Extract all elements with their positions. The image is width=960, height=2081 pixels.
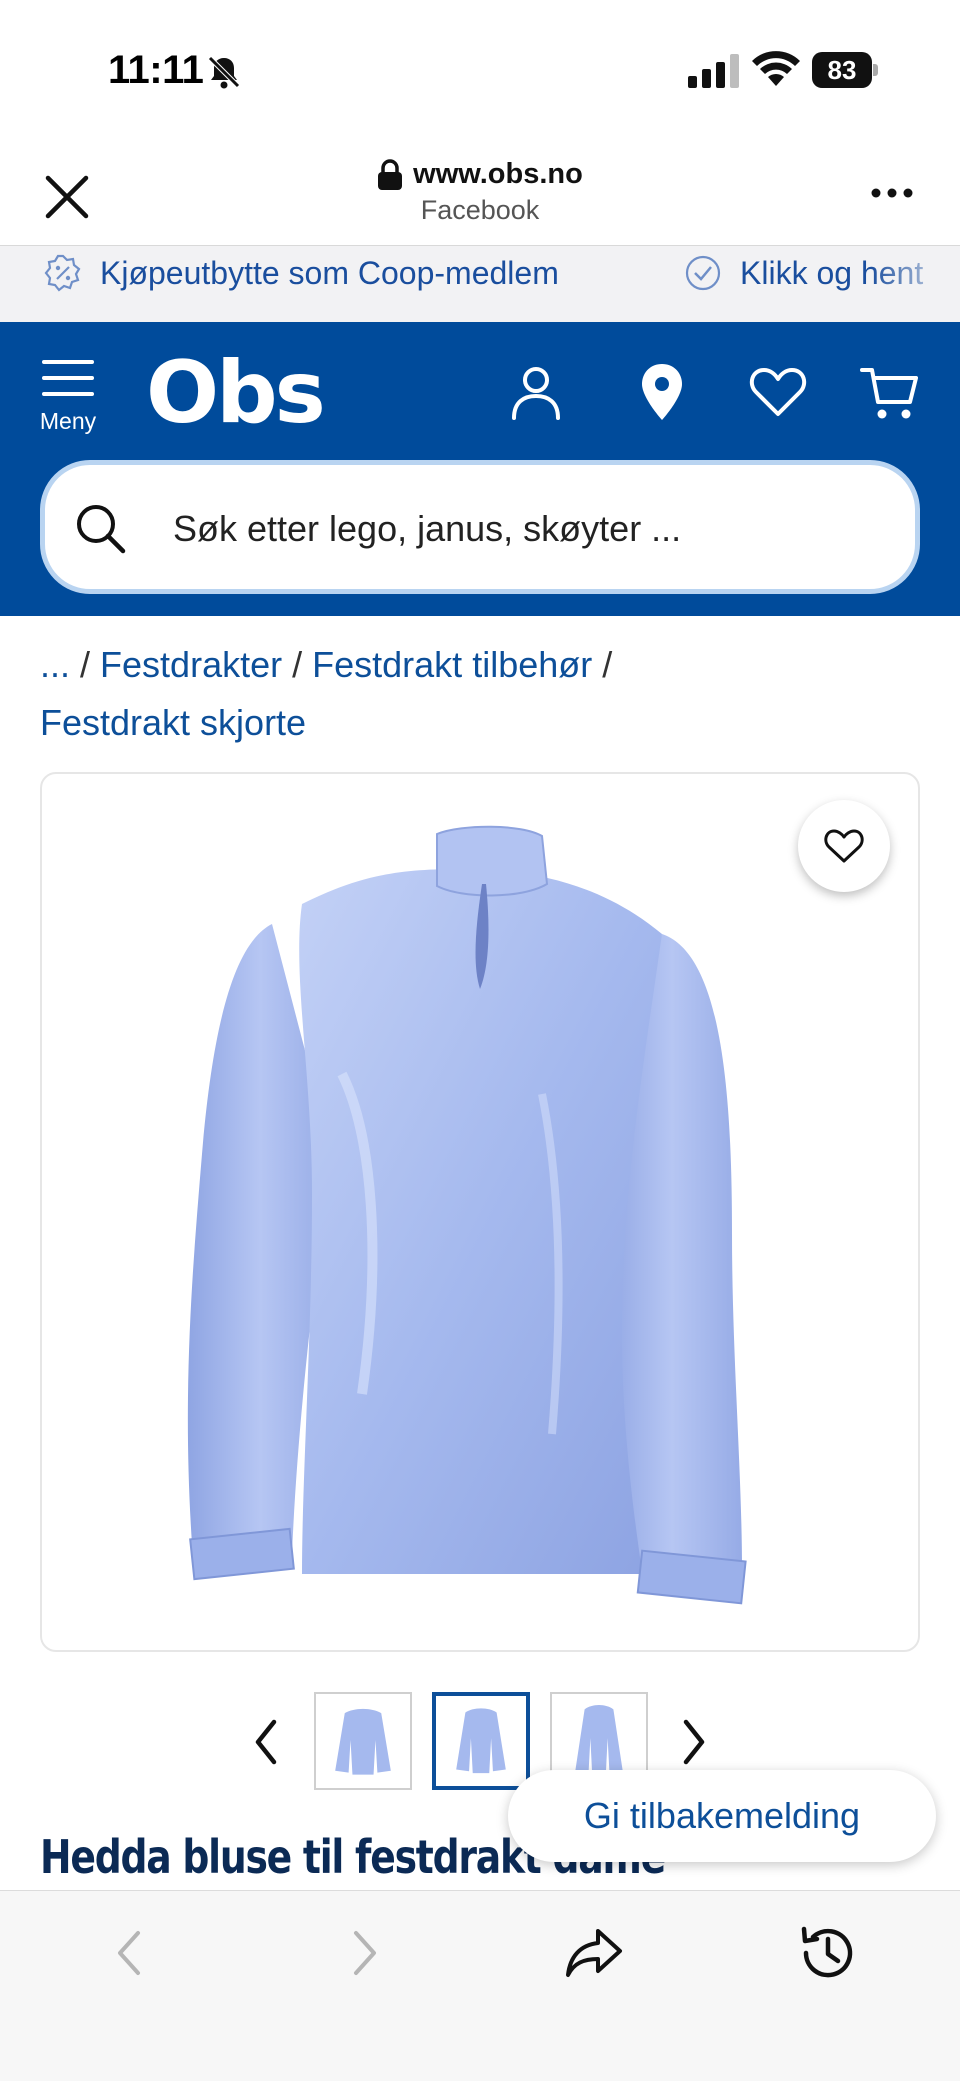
referrer-label: Facebook [420,195,540,225]
search-bar [40,460,920,594]
thumbnail-1[interactable] [314,1692,412,1790]
check-badge-icon [685,255,721,291]
menu-button[interactable]: Meny [36,358,100,444]
browser-toolbar [0,1890,960,2081]
menu-label: Meny [39,408,97,434]
thumbnail-image [456,1708,506,1774]
browser-header: www.obs.no Facebook [0,140,960,246]
status-time: 11:11 [108,48,204,92]
percent-badge-icon [44,254,81,292]
breadcrumb-festdrakter[interactable]: Festdrakter [100,644,282,685]
history-icon[interactable] [796,1921,860,1985]
battery-icon: 83 [812,52,878,88]
bell-muted-icon [208,56,240,89]
lock-icon [378,158,403,190]
share-icon[interactable] [562,1921,626,1985]
favorites-heart-icon[interactable] [748,362,808,422]
breadcrumb-festdrakt-tilbehor[interactable]: Festdrakt tilbehør [312,644,592,685]
hamburger-icon [42,360,94,396]
site-header: Meny Obs [0,322,960,616]
breadcrumb-festdrakt-skjorte[interactable]: Festdrakt skjorte [40,702,306,743]
breadcrumb-ellipsis[interactable]: ... [40,644,70,685]
user-account-icon[interactable] [506,362,566,422]
more-options-icon[interactable] [870,186,914,200]
promo-strip: Kjøpeutbytte som Coop-medlem Klikk og he… [0,246,960,322]
heart-outline-icon [824,829,864,863]
product-image [187,825,747,1605]
add-to-favorites-button[interactable] [798,800,890,892]
thumbnail-next-icon[interactable] [674,1714,714,1770]
url-text: www.obs.no [413,158,583,190]
cellular-signal-icon [688,54,739,88]
shopping-cart-icon[interactable] [860,362,920,422]
breadcrumb: ... / Festdrakter / Festdrakt tilbehør /… [40,644,613,743]
promo-member-bonus[interactable]: Kjøpeutbytte som Coop-medlem [44,254,559,292]
obs-logo[interactable]: Obs [146,350,326,436]
thumbnail-2[interactable] [432,1692,530,1790]
thumbnail-prev-icon[interactable] [246,1714,286,1770]
thumbnail-image [335,1708,391,1775]
product-image-card[interactable] [40,772,920,1652]
close-icon[interactable] [44,174,90,220]
battery-level: 83 [812,52,872,88]
forward-icon[interactable] [332,1921,396,1985]
back-icon[interactable] [98,1921,162,1985]
store-location-icon[interactable] [632,362,692,422]
promo-text: Kjøpeutbytte som Coop-medlem [100,254,559,291]
status-bar: 11:11 83 [0,0,960,140]
address-bar[interactable]: www.obs.no Facebook [300,158,660,226]
search-icon[interactable] [73,501,127,555]
search-input[interactable] [173,501,873,557]
wifi-icon [752,51,800,86]
feedback-button[interactable]: Gi tilbakemelding [508,1770,936,1862]
